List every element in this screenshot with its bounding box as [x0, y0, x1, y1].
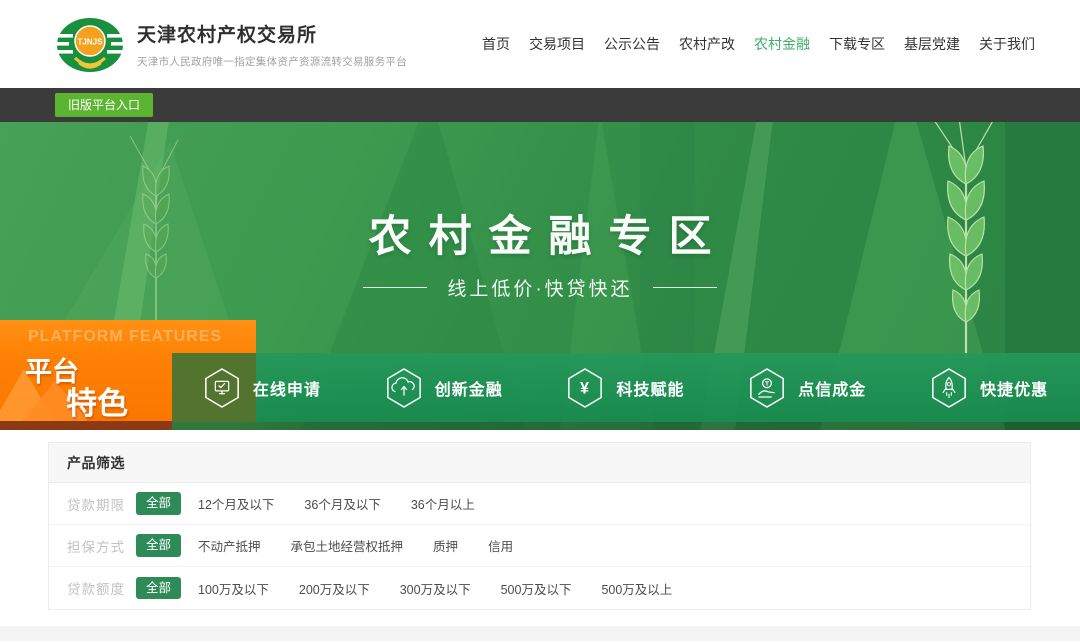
filter-option[interactable]: 500万及以上: [601, 579, 672, 598]
product-filter-panel: 产品筛选 贷款期限 全部 12个月及以下 36个月及以下 36个月以上 担保方式…: [48, 442, 1031, 610]
filter-panel-title: 产品筛选: [49, 443, 1030, 483]
svg-text:¥: ¥: [581, 379, 591, 397]
subtitle-left-rule: [363, 287, 427, 288]
site-header: TJNJS 天津农村产权交易所 天津市人民政府唯一指定集体资产资源流转交易服务平…: [0, 0, 1080, 88]
nav-item-rural-finance[interactable]: 农村金融: [754, 34, 810, 54]
nav-item-party-building[interactable]: 基层党建: [904, 34, 960, 54]
brand-tagline: 天津市人民政府唯一指定集体资产资源流转交易服务平台: [137, 54, 407, 69]
nav-item-home[interactable]: 首页: [482, 34, 510, 54]
feature-menu-bar: 在线申请 创新金融 ¥ 科技赋能: [171, 353, 1080, 422]
menu-item-online-apply[interactable]: 在线申请: [171, 353, 353, 422]
logo-text: TJNJS: [78, 38, 104, 47]
filter-row-loan-term: 贷款期限 全部 12个月及以下 36个月及以下 36个月以上: [49, 483, 1030, 525]
footer-band: [0, 626, 1080, 641]
yen-icon: ¥: [566, 367, 604, 409]
filter-all-button[interactable]: 全部: [136, 534, 181, 557]
filter-option[interactable]: 质押: [433, 536, 458, 555]
subtitle-right-rule: [653, 287, 717, 288]
filter-option[interactable]: 12个月及以下: [198, 494, 274, 513]
filter-row-loan-amount: 贷款额度 全部 100万及以下 200万及以下 300万及以下 500万及以下 …: [49, 567, 1030, 609]
filter-option[interactable]: 承包土地经营权抵押: [291, 536, 404, 555]
nav-item-about[interactable]: 关于我们: [979, 34, 1035, 54]
rocket-icon: [930, 367, 968, 409]
menu-item-label: 快捷优惠: [980, 376, 1048, 400]
hero-banner: 农村金融专区 线上低价·快贷快还 在线申请 创新金融: [0, 122, 1080, 430]
menu-item-quick-discount[interactable]: 快捷优惠: [898, 353, 1080, 422]
menu-item-credit-to-gold[interactable]: 点信成金: [716, 353, 898, 422]
form-check-icon: [203, 367, 241, 409]
nav-item-announcements[interactable]: 公示公告: [604, 34, 660, 54]
tab-title-line2: 特色: [66, 378, 128, 423]
menu-item-label: 科技赋能: [616, 376, 684, 400]
old-platform-entry-button[interactable]: 旧版平台入口: [55, 93, 153, 117]
filter-all-button[interactable]: 全部: [136, 492, 181, 515]
filter-option[interactable]: 200万及以下: [299, 579, 370, 598]
filter-option[interactable]: 300万及以下: [400, 579, 471, 598]
filter-option[interactable]: 不动产抵押: [198, 536, 261, 555]
filter-option[interactable]: 36个月及以下: [304, 494, 380, 513]
menu-item-label: 在线申请: [253, 376, 321, 400]
nav-item-rural-reform[interactable]: 农村产改: [679, 34, 735, 54]
hero-title: 农村金融专区: [0, 202, 1080, 264]
filter-option[interactable]: 信用: [488, 536, 513, 555]
filter-option[interactable]: 500万及以下: [501, 579, 572, 598]
hand-coin-icon: [748, 367, 786, 409]
hero-subtitle: 线上低价·快贷快还: [447, 274, 632, 301]
menu-item-innovative-finance[interactable]: 创新金融: [353, 353, 535, 422]
brand-text: 天津农村产权交易所 天津市人民政府唯一指定集体资产资源流转交易服务平台: [137, 20, 407, 69]
nav-item-projects[interactable]: 交易项目: [529, 34, 585, 54]
menu-item-label: 创新金融: [435, 376, 503, 400]
site-logo[interactable]: TJNJS: [55, 8, 125, 80]
menu-item-label: 点信成金: [798, 376, 866, 400]
filter-row-guarantee-type: 担保方式 全部 不动产抵押 承包土地经营权抵押 质押 信用: [49, 525, 1030, 567]
filter-option[interactable]: 36个月以上: [411, 494, 475, 513]
main-nav: 首页 交易项目 公示公告 农村产改 农村金融 下载专区 基层党建 关于我们: [482, 34, 1035, 54]
filter-all-button[interactable]: 全部: [136, 577, 181, 600]
filter-row-label: 贷款额度: [67, 578, 136, 598]
filter-row-label: 担保方式: [67, 536, 136, 556]
filter-row-label: 贷款期限: [67, 494, 136, 514]
secondary-bar: 旧版平台入口: [0, 88, 1080, 122]
filter-option[interactable]: 100万及以下: [198, 579, 269, 598]
brand-name: 天津农村产权交易所: [137, 20, 407, 47]
platform-features-eyebrow: PLATFORM FEATURES: [28, 328, 222, 346]
menu-item-tech-empowerment[interactable]: ¥ 科技赋能: [535, 353, 717, 422]
cloud-upload-icon: [385, 367, 423, 409]
hero-subtitle-row: 线上低价·快贷快还: [0, 274, 1080, 301]
nav-item-downloads[interactable]: 下载专区: [829, 34, 885, 54]
